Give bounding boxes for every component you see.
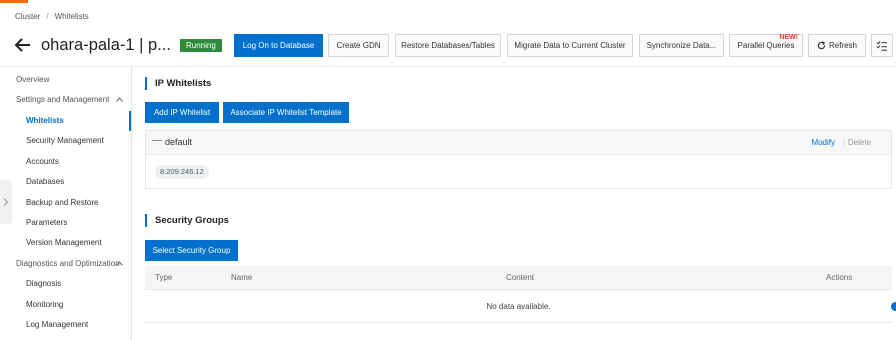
synchronize-data-button[interactable]: Synchronize Data... — [639, 34, 724, 57]
restore-databases-button[interactable]: Restore Databases/Tables — [395, 34, 501, 57]
chevron-up-icon — [116, 261, 123, 266]
sidebar-group-settings-label: Settings and Management — [16, 95, 110, 104]
chevron-right-icon — [3, 198, 9, 206]
sidebar-item-monitoring[interactable]: Monitoring — [0, 295, 131, 315]
refresh-label: Refresh — [828, 41, 857, 50]
refresh-icon — [817, 41, 826, 50]
migrate-data-button[interactable]: Migrate Data to Current Cluster — [507, 34, 633, 57]
log-on-to-database-button[interactable]: Log On to Database — [234, 34, 323, 57]
sidebar-item-log-management[interactable]: Log Management — [0, 315, 131, 335]
select-security-group-button[interactable]: Select Security Group — [145, 240, 238, 261]
sidebar-group-diagnostics-label: Diagnostics and Optimization — [16, 259, 120, 268]
new-badge: NEW! — [779, 34, 798, 41]
help-float-button[interactable] — [891, 302, 896, 311]
sidebar-group-diagnostics[interactable]: Diagnostics and Optimization — [0, 254, 131, 274]
security-groups-title: Security Groups — [145, 214, 229, 227]
delete-link[interactable]: Delete — [848, 138, 871, 147]
back-arrow-icon[interactable] — [14, 36, 32, 54]
breadcrumb-whitelists: Whitelists — [54, 12, 89, 21]
breadcrumb-separator: / — [46, 12, 49, 21]
sidebar-item-diagnosis[interactable]: Diagnosis — [0, 274, 131, 294]
sidebar-item-version-management[interactable]: Version Management — [0, 233, 131, 253]
top-accent-bar — [0, 0, 28, 3]
column-name: Name — [231, 273, 253, 282]
refresh-button[interactable]: Refresh — [808, 34, 866, 57]
sidebar: Overview Settings and Management Whiteli… — [0, 67, 132, 340]
whitelist-group-name: default — [165, 137, 193, 147]
sidebar-item-parameters[interactable]: Parameters — [0, 213, 131, 233]
column-actions: Actions — [826, 273, 853, 282]
whitelist-group-header: — default Modify | Delete — [146, 131, 891, 155]
column-type: Type — [155, 273, 173, 282]
breadcrumb: Cluster / Whitelists — [15, 12, 89, 21]
ip-whitelists-title: IP Whitelists — [145, 77, 211, 90]
associate-ip-whitelist-template-button[interactable]: Associate IP Whitelist Template — [223, 102, 349, 123]
table-empty-state: No data available. — [145, 290, 892, 323]
modify-link[interactable]: Modify — [811, 138, 835, 147]
sidebar-item-accounts[interactable]: Accounts — [0, 152, 131, 172]
ip-address-tag: 8.209.246.12 — [155, 165, 209, 179]
header-divider — [0, 66, 896, 67]
add-ip-whitelist-button[interactable]: Add IP Whitelist — [145, 102, 219, 123]
page-header: ohara-pala-1 | p... Running Log On to Da… — [0, 30, 896, 60]
chevron-up-icon — [116, 97, 123, 102]
sidebar-collapse-tab[interactable] — [0, 180, 12, 224]
sidebar-item-security-management[interactable]: Security Management — [0, 131, 131, 151]
create-gdn-button[interactable]: Create GDN — [328, 34, 389, 57]
status-badge: Running — [180, 39, 222, 52]
parallel-queries-button[interactable]: Parallel Queries NEW! — [729, 34, 803, 57]
action-divider: | — [842, 137, 845, 146]
sidebar-item-databases[interactable]: Databases — [0, 172, 131, 192]
sidebar-group-settings[interactable]: Settings and Management — [0, 90, 131, 110]
whitelist-group-card: — default Modify | Delete 8.209.246.12 — [145, 130, 892, 189]
task-list-button[interactable] — [871, 34, 893, 57]
checklist-icon — [876, 41, 887, 51]
sidebar-item-overview[interactable]: Overview — [0, 70, 131, 90]
column-content: Content — [506, 273, 535, 282]
breadcrumb-cluster[interactable]: Cluster — [15, 12, 40, 21]
sidebar-item-backup-restore[interactable]: Backup and Restore — [0, 193, 131, 213]
table-header: Type Name Content Actions — [145, 266, 892, 290]
collapse-minus-icon[interactable]: — — [152, 135, 162, 146]
sidebar-item-whitelists[interactable]: Whitelists — [0, 111, 131, 131]
page-title: ohara-pala-1 | p... — [41, 36, 171, 54]
